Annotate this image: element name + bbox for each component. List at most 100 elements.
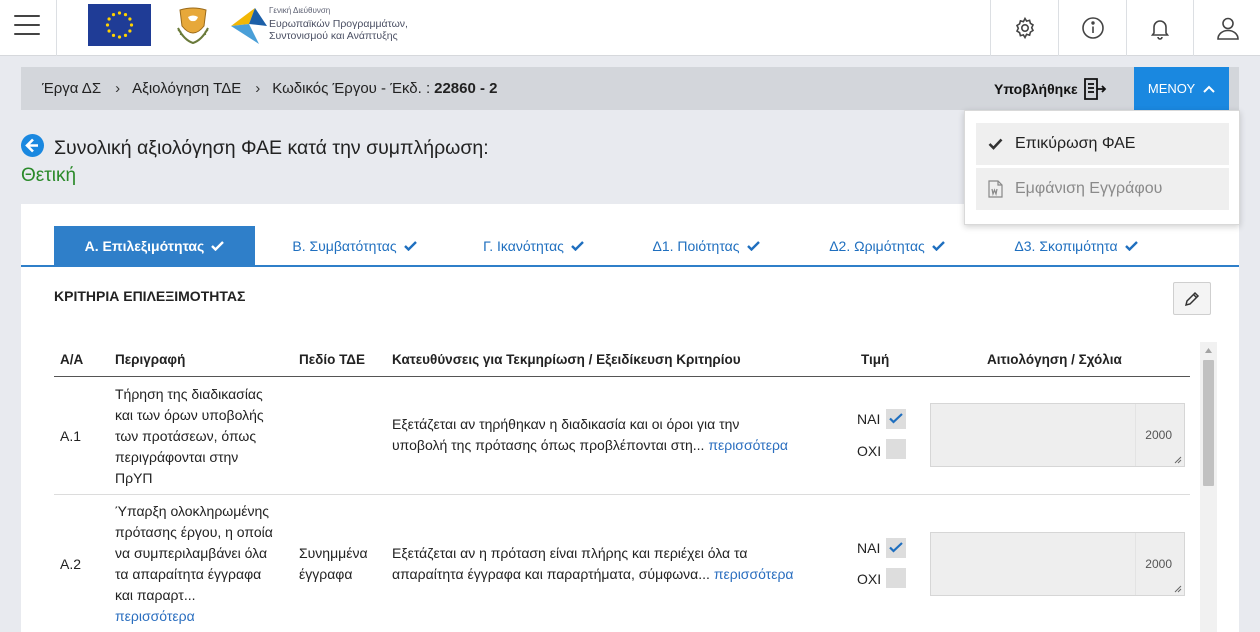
check-icon: [1124, 241, 1138, 251]
back-arrow-icon[interactable]: [21, 134, 44, 157]
check-icon: [889, 413, 903, 424]
row-id: Α.2: [60, 556, 82, 572]
check-icon: [746, 241, 760, 251]
yes-checkbox[interactable]: [886, 538, 906, 558]
tab-quality[interactable]: Δ1. Ποιότητας: [645, 226, 767, 266]
guidance-line: απαραίτητα έγγραφα και παραρτήματα, σύμφ…: [392, 566, 710, 582]
row-guidance: Εξετάζεται αν τηρήθηκαν η διαδικασία και…: [392, 414, 788, 456]
breadcrumb-item-project-code: Κωδικός Έργου - Έκδ. :: [272, 80, 431, 97]
header-divider: [56, 0, 57, 56]
word-document-icon: [988, 180, 1003, 198]
tab-maturity[interactable]: Δ2. Ωριμότητας: [821, 226, 953, 266]
menu-button-label: ΜΕΝΟΥ: [1147, 81, 1196, 96]
description-line: Ύπαρξη ολοκληρωμένης: [115, 503, 270, 519]
char-counter: 2000: [1145, 557, 1172, 571]
yes-label: ΝΑΙ: [857, 540, 881, 556]
description-line: τα απαραίτητα έγγραφα: [115, 566, 262, 582]
col-header-value: Τιμή: [861, 352, 890, 367]
row-description: Τήρηση της διαδικασίας και των όρων υποβ…: [115, 384, 264, 489]
breadcrumb: Έργα ΔΣ › Αξιολόγηση ΤΔΕ › Κωδικός Έργου…: [42, 67, 498, 110]
resize-grip-icon[interactable]: [1174, 585, 1182, 593]
menu-item-validate[interactable]: Επικύρωση ΦΑΕ: [976, 123, 1229, 165]
tab-label: Δ2. Ωριμότητας: [829, 238, 925, 254]
user-icon[interactable]: [1194, 0, 1260, 56]
col-header-field: Πεδίο ΤΔΕ: [299, 352, 365, 367]
description-line: Τήρηση της διαδικασίας: [115, 386, 263, 402]
check-icon: [571, 241, 584, 251]
hamburger-menu-icon[interactable]: [14, 15, 40, 37]
description-line: περιγράφονται στην: [115, 449, 239, 465]
field-line: έγγραφα: [299, 566, 353, 582]
row-description: Ύπαρξη ολοκληρωμένης πρότασης έργου, η ο…: [115, 501, 273, 627]
yes-checkbox[interactable]: [886, 409, 906, 429]
project-code-value: 22860 - 2: [434, 80, 498, 97]
description-line: να συμπεριλαμβάνει όλα: [115, 545, 268, 561]
agency-line2: Συντονισμού και Ανάπτυξης: [269, 30, 398, 42]
table-scrollbar[interactable]: [1200, 342, 1217, 632]
breadcrumb-item-projects[interactable]: Έργα ΔΣ: [42, 80, 101, 97]
settings-icon[interactable]: [991, 0, 1058, 56]
more-link[interactable]: περισσότερα: [115, 606, 273, 627]
menu-item-show-document-label: Εμφάνιση Εγγράφου: [1015, 180, 1163, 197]
tab-eligibility[interactable]: Α. Επιλεξιμότητας: [54, 226, 255, 266]
menu-button[interactable]: ΜΕΝΟΥ: [1134, 67, 1229, 110]
header-divider: [54, 376, 1190, 377]
menu-item-show-document[interactable]: Εμφάνιση Εγγράφου: [976, 168, 1229, 210]
no-checkbox[interactable]: [886, 439, 906, 459]
submitted-label: Υποβλήθηκε: [994, 80, 1078, 97]
row-divider: [54, 494, 1190, 495]
row-field: Συνημμένα έγγραφα: [299, 543, 368, 585]
row-guidance: Εξετάζεται αν η πρόταση είναι πλήρης και…: [392, 543, 794, 585]
col-header-description: Περιγραφή: [115, 352, 186, 367]
tab-label: Γ. Ικανότητας: [483, 238, 564, 254]
chevron-up-icon: [1203, 85, 1215, 93]
char-counter: 2000: [1145, 428, 1172, 442]
cyprus-seal-logo: [170, 4, 216, 46]
yes-label: ΝΑΙ: [857, 411, 881, 427]
chevron-right-icon: ›: [115, 80, 121, 97]
menu-dropdown: Επικύρωση ΦΑΕ Εμφάνιση Εγγράφου: [964, 110, 1240, 225]
tab-label: Α. Επιλεξιμότητας: [84, 238, 205, 254]
more-link[interactable]: περισσότερα: [708, 437, 788, 453]
pencil-icon: [1184, 291, 1200, 306]
col-header-id: Α/Α: [60, 352, 84, 367]
submitted-document-icon: [1083, 77, 1106, 100]
field-line: Συνημμένα: [299, 545, 368, 561]
check-icon: [931, 241, 945, 251]
menu-item-validate-label: Επικύρωση ΦΑΕ: [1015, 135, 1136, 152]
check-icon: [988, 138, 1003, 150]
tab-capability[interactable]: Γ. Ικανότητας: [476, 226, 591, 266]
bell-icon[interactable]: [1126, 0, 1193, 56]
comment-textarea[interactable]: 2000: [930, 532, 1185, 596]
breadcrumb-item-evaluation[interactable]: Αξιολόγηση ΤΔΕ: [132, 80, 241, 97]
col-header-comments: Αιτιολόγηση / Σχόλια: [987, 352, 1122, 367]
no-checkbox[interactable]: [886, 568, 906, 588]
agency-line1: Ευρωπαϊκών Προγραμμάτων,: [269, 18, 408, 30]
more-link[interactable]: περισσότερα: [714, 566, 794, 582]
description-line: των προτάσεων, όπως: [115, 428, 257, 444]
tab-expediency[interactable]: Δ3. Σκοπιμότητα: [1006, 226, 1146, 266]
tab-label: Δ3. Σκοπιμότητα: [1014, 238, 1118, 254]
tab-compatibility[interactable]: Β. Συμβατότητας: [283, 226, 426, 266]
agency-logo: Γενική Διεύθυνση Ευρωπαϊκών Προγραμμάτων…: [229, 2, 419, 50]
evaluation-status: Θετική: [21, 165, 77, 186]
counter-divider: [1135, 404, 1136, 466]
counter-divider: [1135, 533, 1136, 595]
tab-label: Β. Συμβατότητας: [292, 238, 397, 254]
check-icon: [403, 241, 417, 251]
edit-button[interactable]: [1173, 282, 1211, 315]
chevron-right-icon: ›: [255, 80, 261, 97]
scrollbar-thumb[interactable]: [1203, 360, 1214, 486]
description-line: και των όρων υποβολής: [115, 407, 264, 423]
scroll-up-arrow-icon[interactable]: [1205, 348, 1212, 353]
info-icon[interactable]: [1059, 0, 1126, 56]
top-header: Γενική Διεύθυνση Ευρωπαϊκών Προγραμμάτων…: [0, 0, 1260, 56]
description-line: και παραρτ...: [115, 587, 196, 603]
guidance-line: Εξετάζεται αν η πρόταση είναι πλήρης και…: [392, 545, 748, 561]
guidance-line: υποβολή της πρότασης όπως προβλέπονται σ…: [392, 437, 705, 453]
comment-textarea[interactable]: 2000: [930, 403, 1185, 467]
description-line: πρότασης έργου, η οποία: [115, 524, 273, 540]
tab-label: Δ1. Ποιότητας: [652, 238, 740, 254]
resize-grip-icon[interactable]: [1174, 456, 1182, 464]
agency-small-text: Γενική Διεύθυνση: [269, 6, 331, 15]
